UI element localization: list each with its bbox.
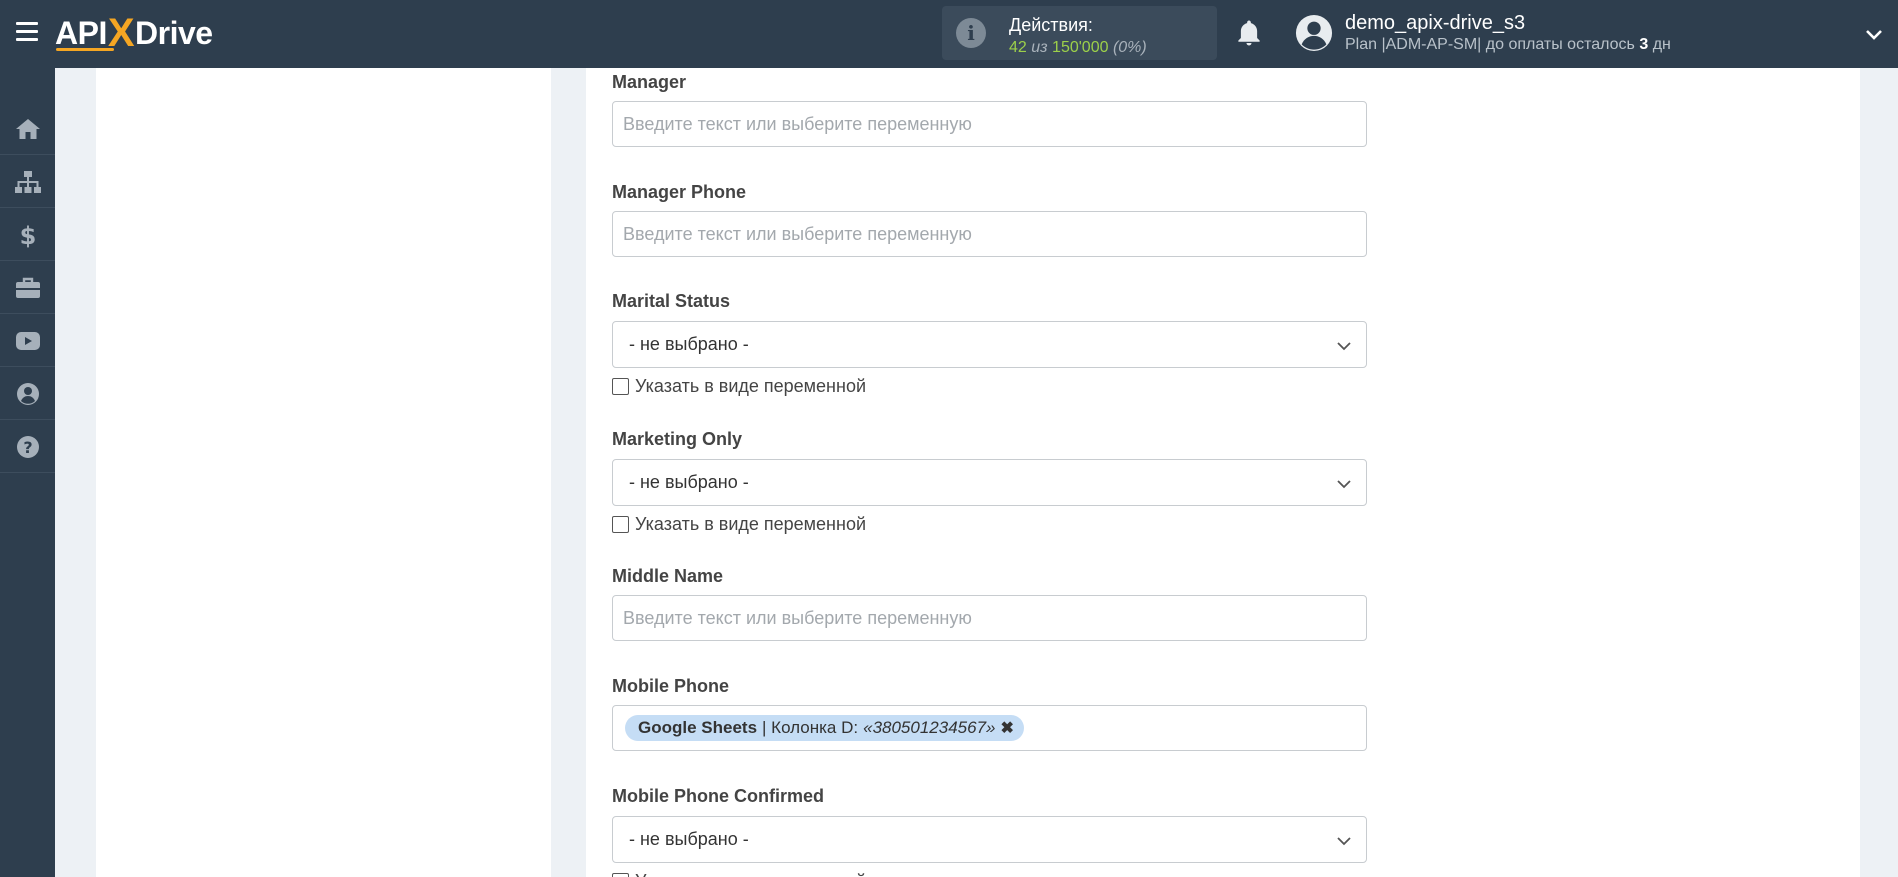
field-label: Manager Phone xyxy=(612,182,747,202)
field-mobile-phone-confirmed: Mobile Phone Confirmed - не выбрано - Ук… xyxy=(612,786,1367,877)
mobile-phone-confirmed-select[interactable]: - не выбрано - xyxy=(612,816,1367,863)
middle-name-input[interactable] xyxy=(612,595,1367,641)
sidebar-item-billing[interactable]: $ xyxy=(0,209,55,261)
actions-counter: i Действия: 42 из 150'000 (0%) xyxy=(942,6,1217,60)
info-icon: i xyxy=(956,18,986,48)
field-label: Mobile Phone xyxy=(612,676,729,696)
bell-icon[interactable] xyxy=(1234,18,1264,48)
chevron-down-icon xyxy=(1337,837,1351,846)
mobile-phone-input[interactable]: Google Sheets | Колонка D: «380501234567… xyxy=(612,705,1367,751)
question-circle-icon: ? xyxy=(16,435,39,458)
sidebar-item-services[interactable] xyxy=(0,262,55,314)
chevron-down-icon[interactable] xyxy=(1864,24,1884,44)
chevron-down-icon xyxy=(1337,342,1351,351)
manager-phone-input[interactable] xyxy=(612,211,1367,257)
field-label: Middle Name xyxy=(612,566,724,586)
as-variable-row: Указать в виде переменной xyxy=(612,512,1367,536)
as-variable-row: Указать в виде переменной xyxy=(612,374,1367,398)
briefcase-icon xyxy=(15,277,40,298)
field-mobile-phone: Mobile Phone Google Sheets | Колонка D: … xyxy=(612,676,1367,751)
avatar[interactable] xyxy=(1295,14,1333,52)
field-manager-phone: Manager Phone xyxy=(612,182,1367,257)
actions-title: Действия: xyxy=(1009,15,1093,35)
sidebar-item-home[interactable] xyxy=(0,103,55,155)
top-bar: API X Drive i Действия: 42 из 150'000 (0%)… xyxy=(0,0,1898,68)
field-manager: Manager xyxy=(612,72,1367,147)
svg-text:?: ? xyxy=(23,438,32,457)
sidebar-item-profile[interactable] xyxy=(0,368,55,420)
sidebar-item-connections[interactable] xyxy=(0,156,55,208)
close-icon[interactable]: ✖ xyxy=(1000,718,1013,738)
marital-status-variable-checkbox[interactable] xyxy=(612,377,629,395)
dollar-icon: $ xyxy=(19,222,36,248)
sidebar-item-help[interactable]: ? xyxy=(0,421,55,473)
user-name: demo_apix-drive_s3 xyxy=(1345,12,1526,34)
field-label: Manager xyxy=(612,72,687,92)
field-label: Marketing Only xyxy=(612,429,743,449)
user-plan: Plan |ADM-AP-SM| до оплаты осталось 3 дн xyxy=(1345,36,1671,53)
marital-status-select[interactable]: - не выбрано - xyxy=(612,321,1367,368)
marketing-only-select[interactable]: - не выбрано - xyxy=(612,459,1367,506)
home-icon xyxy=(15,118,40,139)
field-marital-status: Marital Status - не выбрано - Указать в … xyxy=(612,291,1367,398)
field-label: Mobile Phone Confirmed xyxy=(612,786,825,806)
manager-input[interactable] xyxy=(612,101,1367,147)
sidebar: $ ? xyxy=(0,68,55,877)
sitemap-icon xyxy=(14,170,41,193)
field-label: Marital Status xyxy=(612,291,731,311)
marketing-only-variable-checkbox[interactable] xyxy=(612,515,629,533)
svg-text:$: $ xyxy=(19,222,36,248)
mobile-phone-confirmed-variable-checkbox[interactable] xyxy=(612,872,629,877)
youtube-icon xyxy=(15,331,40,350)
as-variable-row: Указать в виде переменной xyxy=(612,869,1367,877)
actions-stats: 42 из 150'000 (0%) xyxy=(1009,39,1147,56)
user-circle-icon xyxy=(16,382,39,405)
field-marketing-only: Marketing Only - не выбрано - Указать в … xyxy=(612,429,1367,536)
variable-tag[interactable]: Google Sheets | Колонка D: «380501234567… xyxy=(625,715,1024,741)
field-middle-name: Middle Name xyxy=(612,566,1367,641)
left-panel xyxy=(96,68,551,877)
logo-underline xyxy=(56,48,114,51)
chevron-down-icon xyxy=(1337,480,1351,489)
menu-icon[interactable] xyxy=(16,22,38,42)
sidebar-item-videos[interactable] xyxy=(0,315,55,367)
